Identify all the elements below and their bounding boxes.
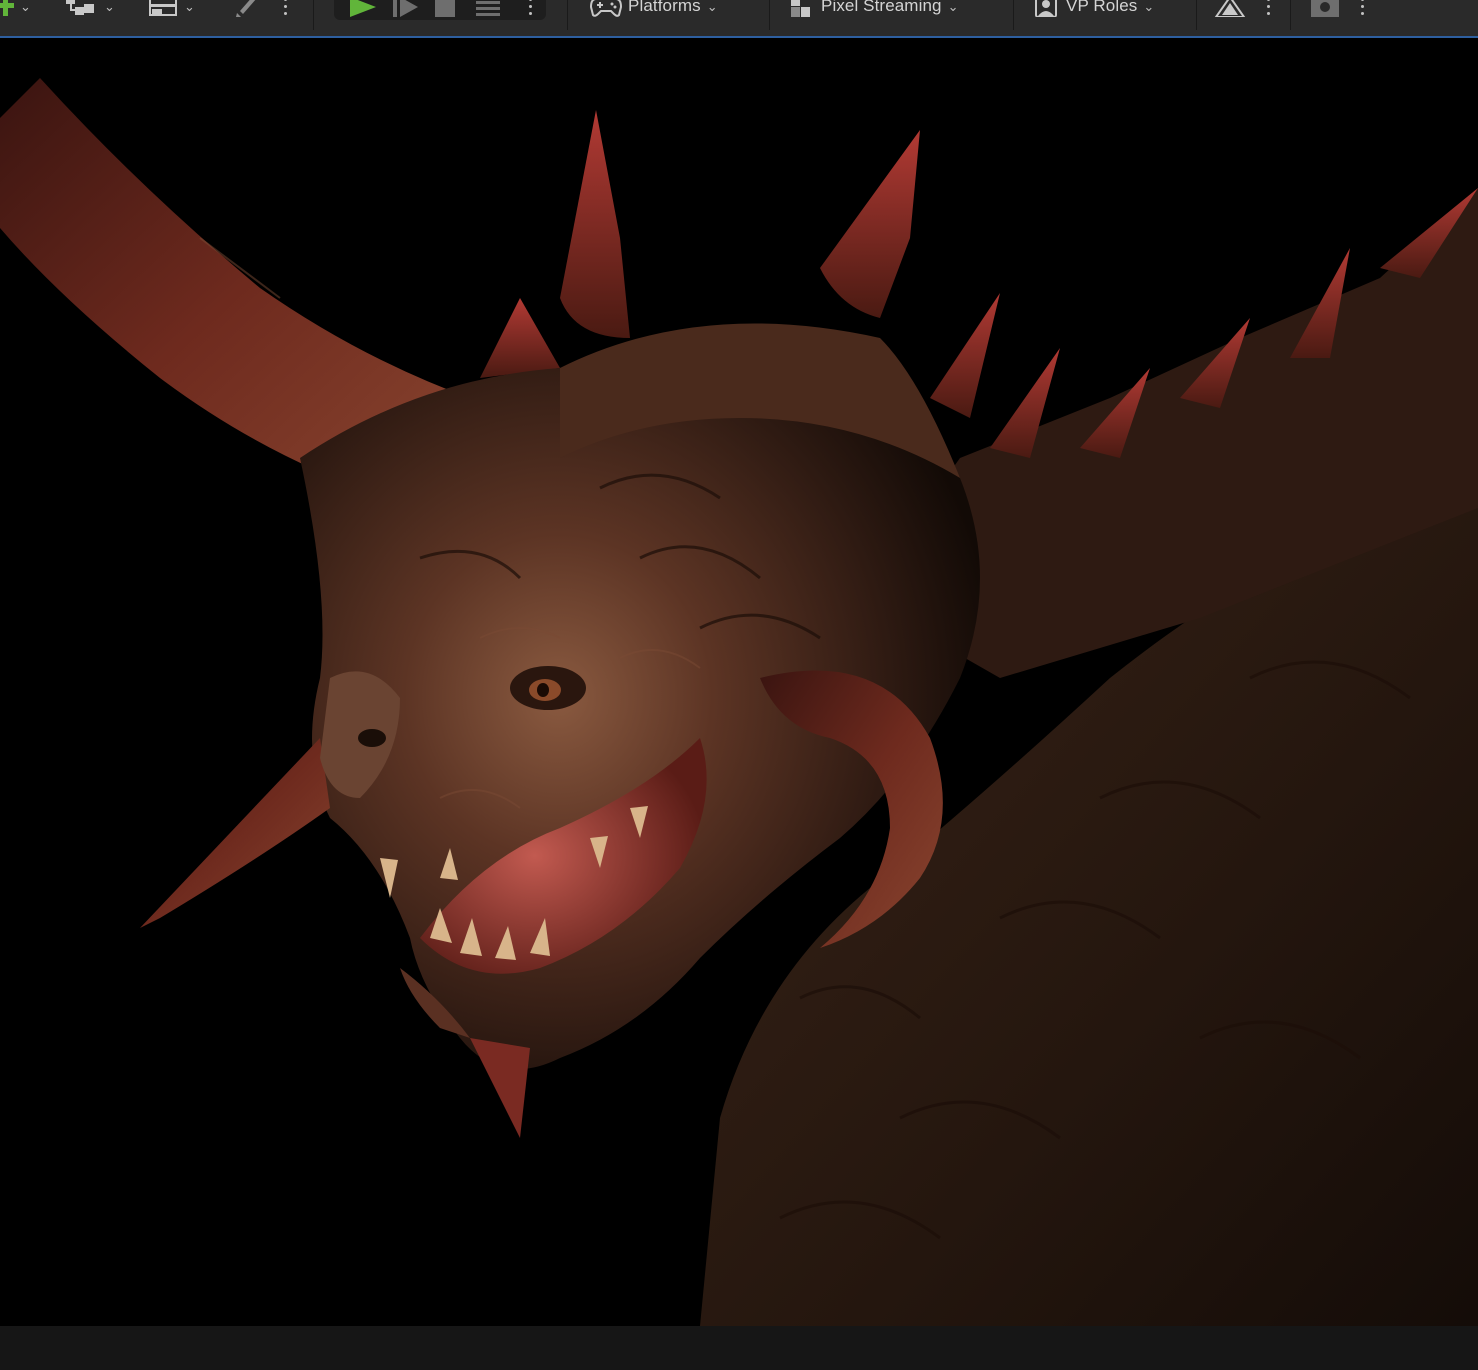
play-icon (350, 0, 376, 17)
pixel-streaming-dropdown[interactable]: Pixel Streaming ⌄ (789, 0, 958, 22)
camera-button[interactable] (1309, 0, 1341, 22)
chevron-down-icon: ⌄ (104, 0, 115, 14)
creature-render (0, 78, 1478, 1326)
platforms-dropdown[interactable]: Platforms ⌄ (590, 0, 718, 22)
eject-icon (476, 1, 500, 16)
platforms-label: Platforms (628, 0, 701, 15)
toolbar-divider (313, 0, 314, 30)
layout-button[interactable]: ⌄ (148, 0, 195, 22)
camera-icon (1311, 0, 1339, 17)
bottom-status-bar (0, 1326, 1478, 1370)
stop-icon (435, 0, 455, 17)
main-toolbar: ⌄ ⌄ ⌄ Platforms ⌄ Pixel Streaming ⌄ VP R… (0, 0, 1478, 38)
triangle-icon (1214, 0, 1246, 17)
layout-icon (149, 0, 177, 16)
vp-roles-label: VP Roles (1066, 0, 1138, 15)
toolbar-divider (769, 0, 770, 30)
play-button[interactable] (348, 0, 378, 22)
render-button[interactable] (1214, 0, 1246, 22)
toolbar-divider (1013, 0, 1014, 30)
gamepad-icon (590, 0, 622, 17)
render-more-options[interactable] (1266, 0, 1270, 22)
brush-icon (236, 0, 256, 17)
chevron-down-icon: ⌄ (706, 0, 718, 14)
pixel-streaming-label: Pixel Streaming (821, 0, 942, 15)
frame-advance-button[interactable] (392, 0, 420, 22)
blueprint-icon (66, 0, 94, 15)
kebab-menu-icon (1360, 0, 1364, 15)
kebab-menu-icon (1266, 0, 1270, 15)
eject-button[interactable] (474, 0, 502, 22)
toolbar-more-options[interactable] (283, 0, 287, 22)
play-more-options[interactable] (528, 0, 532, 22)
toolbar-divider (1196, 0, 1197, 30)
pixel-streaming-icon (791, 0, 810, 17)
user-role-icon (1035, 0, 1057, 17)
tools-button[interactable] (234, 0, 258, 22)
kebab-menu-icon (283, 0, 287, 15)
vp-roles-dropdown[interactable]: VP Roles ⌄ (1034, 0, 1154, 22)
chevron-down-icon: ⌄ (947, 0, 959, 14)
stop-button[interactable] (434, 0, 456, 22)
camera-more-options[interactable] (1360, 0, 1364, 22)
kebab-menu-icon (528, 0, 532, 15)
frame-advance-icon (393, 0, 418, 17)
chevron-down-icon: ⌄ (184, 0, 195, 14)
toolbar-divider (1290, 0, 1291, 30)
chevron-down-icon: ⌄ (20, 0, 31, 14)
chevron-down-icon: ⌄ (1143, 0, 1155, 14)
plus-icon (0, 0, 14, 16)
toolbar-divider (567, 0, 568, 30)
level-viewport[interactable] (0, 38, 1478, 1326)
blueprint-button[interactable]: ⌄ (64, 0, 115, 22)
add-button[interactable]: ⌄ (0, 0, 31, 22)
